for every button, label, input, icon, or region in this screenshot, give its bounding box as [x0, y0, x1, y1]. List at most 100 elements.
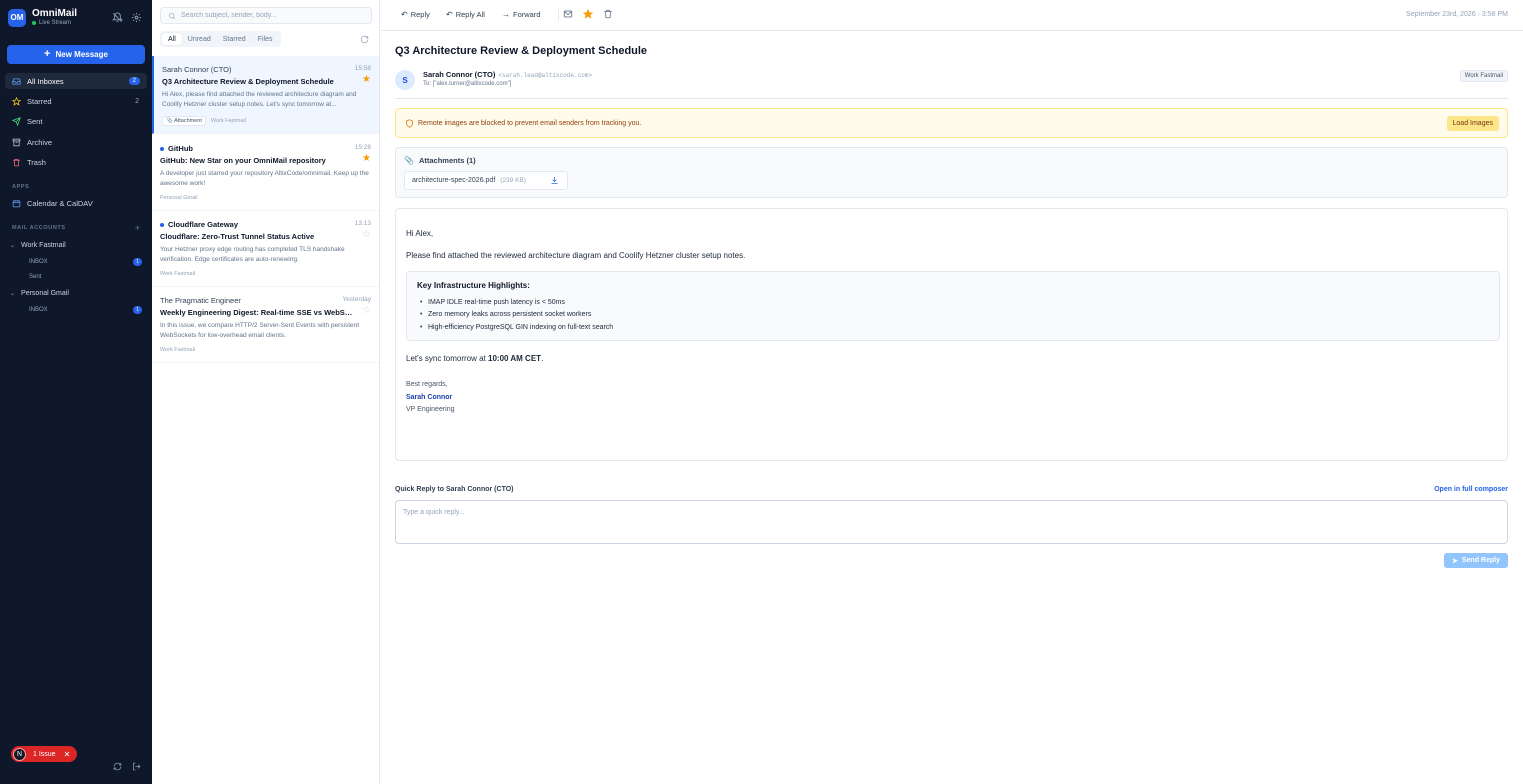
live-status: Live Stream — [32, 19, 77, 27]
mail-sender: Cloudflare Gateway — [160, 220, 238, 229]
paperclip-icon: 📎 — [404, 156, 414, 165]
toolbar-divider — [558, 9, 559, 21]
star-outline-icon[interactable]: ☆ — [362, 306, 371, 316]
mail-accounts-title: MAIL ACCOUNTS — [12, 225, 66, 231]
add-account-icon[interactable]: + — [135, 223, 140, 233]
live-dot-icon — [32, 21, 36, 25]
signature-title: VP Engineering — [406, 406, 455, 413]
star-icon[interactable]: ★ — [362, 154, 371, 164]
nav-starred[interactable]: Starred 2 — [5, 93, 147, 109]
mail-list-item[interactable]: GitHub 15:28 GitHub: New Star on your Om… — [152, 135, 379, 211]
account-work-fastmail[interactable]: ⌄ Work Fastmail — [10, 242, 66, 249]
starred-count: 2 — [135, 97, 139, 105]
mail-list-item[interactable]: The Pragmatic Engineer Yesterday Weekly … — [152, 287, 379, 363]
nav-archive[interactable]: Archive — [5, 134, 147, 150]
body-intro: Please find attached the reviewed archit… — [406, 251, 746, 260]
mail-preview: Hi Alex, please find attached the review… — [162, 91, 357, 108]
apps-section-title: APPS — [12, 184, 30, 190]
calendar-icon — [12, 199, 21, 207]
header-divider — [395, 98, 1508, 99]
sync-icon[interactable] — [113, 762, 122, 771]
account-personal-gmail[interactable]: ⌄ Personal Gmail — [10, 290, 69, 297]
nav-calendar[interactable]: Calendar & CalDAV — [5, 195, 147, 211]
shield-icon — [405, 119, 414, 128]
mark-unread-icon[interactable] — [563, 9, 573, 19]
mail-sender: GitHub — [160, 144, 193, 153]
star-outline-icon[interactable]: ☆ — [362, 230, 371, 240]
unread-dot-icon — [160, 222, 164, 227]
mail-list-item[interactable]: Sarah Connor (CTO) 15:58 Q3 Architecture… — [152, 56, 379, 134]
search-input[interactable] — [181, 12, 361, 19]
send-reply-button[interactable]: ➤ Send Reply — [1444, 553, 1508, 568]
brand: OM OmniMail Live Stream — [8, 8, 77, 27]
download-icon[interactable] — [550, 176, 559, 185]
attachment-chip: 📎 Attachment — [162, 116, 206, 126]
mail-account-tag: Personal Gmail — [160, 195, 198, 201]
remote-images-warning: Remote images are blocked to prevent ema… — [395, 108, 1508, 138]
mail-time: Yesterday — [342, 296, 371, 303]
app-name: OmniMail — [32, 8, 78, 19]
send-icon: ➤ — [1452, 557, 1458, 565]
mail-subject: Weekly Engineering Digest: Real-time SSE… — [160, 308, 355, 317]
reading-pane: ↶ Reply ↶ Reply All → Forward September 23r… — [381, 0, 1523, 784]
search-box[interactable] — [160, 7, 372, 24]
folder-unread-badge: 1 — [133, 306, 142, 314]
quick-reply-input[interactable] — [395, 500, 1508, 544]
message-subject: Q3 Architecture Review & Deployment Sche… — [395, 45, 648, 57]
attachments-panel: 📎 Attachments (1) architecture-spec-2026… — [395, 147, 1508, 198]
tab-starred[interactable]: Starred — [217, 33, 252, 45]
tab-files[interactable]: Files — [252, 33, 279, 45]
nav-trash[interactable]: Trash — [5, 154, 147, 170]
account-tag: Work Fastmail — [1459, 70, 1508, 82]
star-icon[interactable] — [583, 9, 593, 19]
filter-tabs: All Unread Starred Files — [160, 31, 281, 47]
new-message-button[interactable]: + New Message — [7, 45, 145, 64]
sender-email: <sarah.lead@altixcode.com> — [498, 72, 592, 79]
mail-subject: GitHub: New Star on your OmniMail reposi… — [160, 156, 326, 165]
attachment-file[interactable]: architecture-spec-2026.pdf (239 KB) — [404, 171, 568, 190]
issues-badge-button[interactable]: N 1 Issue ✕ — [11, 746, 78, 762]
logout-icon[interactable] — [132, 762, 141, 771]
app-logo: OM — [8, 8, 26, 27]
mail-preview: Your Hetzner proxy edge routing has comp… — [160, 246, 345, 263]
warning-text: Remote images are blocked to prevent ema… — [418, 120, 642, 127]
highlight-item: High-efficiency PostgreSQL GIN indexing … — [420, 324, 613, 331]
load-images-button[interactable]: Load Images — [1446, 116, 1499, 131]
sender-info: Sarah Connor (CTO) <sarah.lead@altixcode.… — [423, 70, 592, 79]
open-full-composer-link[interactable]: Open in full composer — [1434, 486, 1508, 493]
notifications-off-icon[interactable] — [112, 12, 123, 23]
quick-reply-label: Quick Reply to Sarah Connor (CTO) — [395, 486, 514, 493]
folder-personal-inbox[interactable]: INBOX 1 — [29, 306, 142, 314]
refresh-icon[interactable] — [360, 35, 369, 44]
message-body: Hi Alex, Please find attached the review… — [395, 208, 1508, 461]
highlights-box: Key Infrastructure Highlights: IMAP IDLE… — [406, 271, 1500, 341]
mail-account-tag: Work Fastmail — [160, 347, 196, 353]
mail-account-tag: Work Fastmail — [210, 118, 246, 124]
tab-all[interactable]: All — [162, 33, 182, 45]
message-toolbar: ↶ Reply ↶ Reply All → Forward September 23r… — [381, 0, 1523, 31]
mail-time: 15:58 — [354, 65, 371, 72]
attachment-filename: architecture-spec-2026.pdf — [412, 177, 496, 184]
star-icon[interactable]: ★ — [362, 75, 371, 85]
delete-icon[interactable] — [603, 9, 613, 19]
reply-button[interactable]: ↶ Reply — [401, 10, 430, 19]
nav-all-inboxes[interactable]: All Inboxes 2 — [5, 73, 147, 89]
sender-avatar: S — [395, 70, 415, 90]
tab-unread[interactable]: Unread — [182, 33, 217, 45]
folder-work-sent[interactable]: Sent — [29, 274, 142, 280]
mail-subject: Cloudflare: Zero-Trust Tunnel Status Act… — [160, 232, 315, 241]
highlight-item: IMAP IDLE real-time push latency is < 50… — [420, 299, 565, 306]
unread-badge: 2 — [128, 77, 140, 85]
inbox-icon — [12, 78, 21, 84]
folder-unread-badge: 1 — [133, 258, 142, 266]
settings-gear-icon[interactable] — [131, 12, 142, 23]
close-icon[interactable]: ✕ — [64, 750, 71, 759]
attachments-title: Attachments (1) — [418, 156, 476, 165]
mail-list-item[interactable]: Cloudflare Gateway 13:13 Cloudflare: Zer… — [152, 211, 379, 287]
nav-sent[interactable]: Sent — [5, 113, 147, 129]
signature-closing: Best regards, — [406, 381, 448, 388]
forward-button[interactable]: → Forward — [502, 10, 541, 19]
folder-work-inbox[interactable]: INBOX 1 — [29, 258, 142, 266]
reply-all-button[interactable]: ↶ Reply All — [446, 10, 485, 19]
plus-icon: + — [44, 48, 51, 60]
